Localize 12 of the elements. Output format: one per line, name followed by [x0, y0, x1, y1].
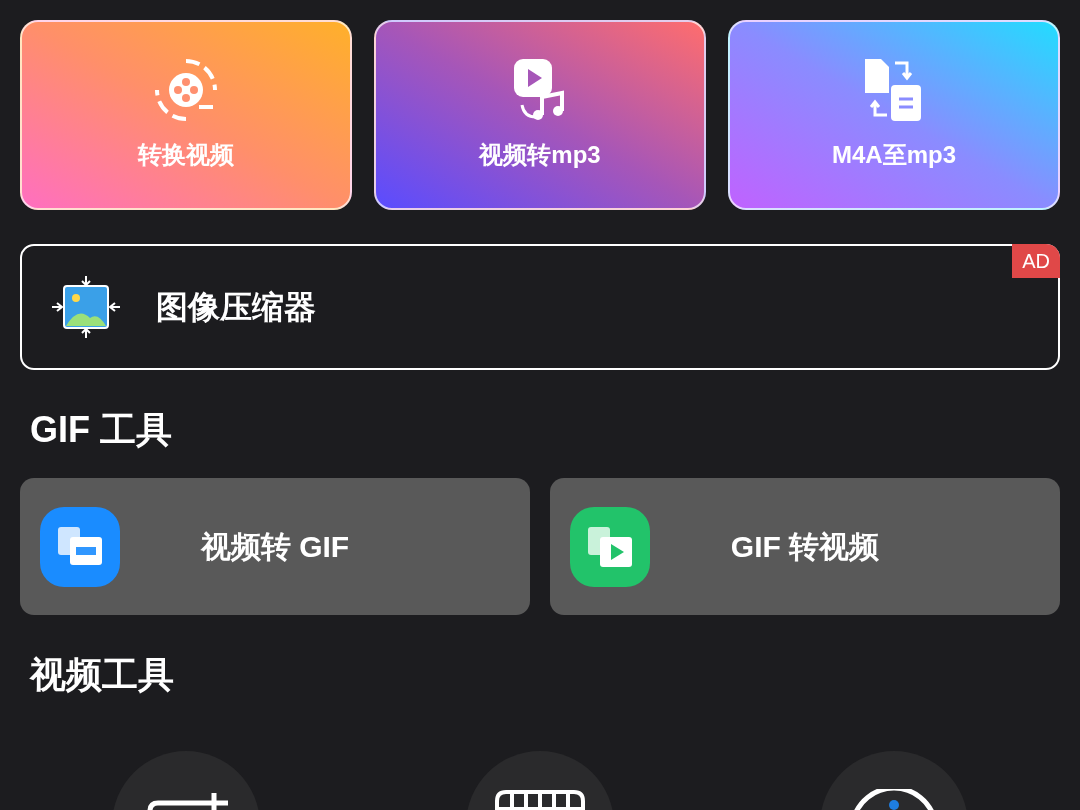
section-title: 视频工具: [30, 653, 175, 697]
image-compressor-card[interactable]: 图像压缩器 AD: [20, 244, 1060, 370]
image-compress-icon: [52, 276, 120, 338]
gif-tool-card[interactable]: GIF 转视频: [550, 478, 1060, 615]
film-reel-icon: [153, 57, 219, 123]
ad-badge: AD: [1012, 244, 1060, 278]
card-title: 图像压缩器: [156, 288, 316, 327]
tool-card[interactable]: 视频转mp3: [374, 20, 706, 210]
gif-to-video-icon: [570, 506, 650, 587]
gif-tool-card[interactable]: 视频转 GIF: [20, 478, 530, 615]
video-to-gif-icon: [40, 506, 120, 587]
section-title: GIF 工具: [30, 408, 173, 452]
